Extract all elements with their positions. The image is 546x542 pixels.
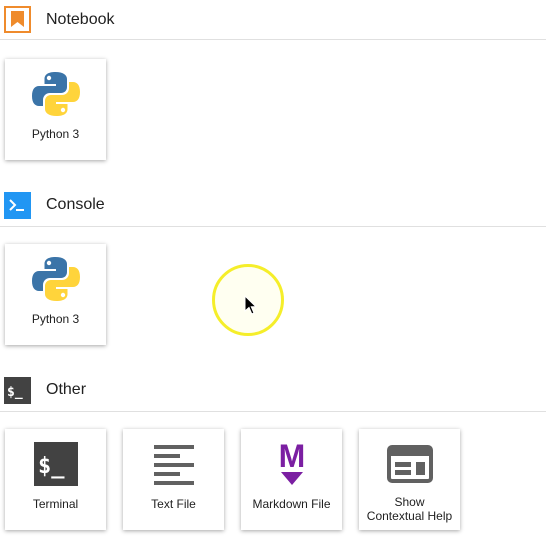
card-console-python3[interactable]: Python 3 [5, 244, 106, 345]
card-label: Markdown File [252, 497, 331, 511]
text-lines-icon [123, 437, 224, 491]
card-label-line2: Contextual Help [366, 509, 453, 523]
python-logo-icon [5, 252, 106, 306]
card-label: Python 3 [31, 127, 80, 141]
card-notebook-python3[interactable]: Python 3 [5, 59, 106, 160]
terminal-icon: $_ [5, 437, 106, 491]
terminal-dollar-icon: $_ [4, 376, 31, 404]
card-markdown-file[interactable]: M Markdown File [241, 429, 342, 530]
card-terminal[interactable]: $_ Terminal [5, 429, 106, 530]
card-label: Python 3 [31, 312, 80, 326]
markdown-m-icon: M [241, 437, 342, 491]
contextual-help-layout-icon [359, 437, 460, 491]
svg-text:$_: $_ [38, 454, 65, 479]
python-logo-icon [5, 67, 106, 121]
card-label-line1: Show [394, 495, 425, 509]
section-header-other: $_ Other [0, 369, 546, 412]
card-contextual-help[interactable]: Show Contextual Help [359, 429, 460, 530]
svg-text:M: M [278, 439, 305, 474]
section-title-console: Console [46, 196, 105, 213]
launcher-panel: Notebook Python 3 Console Python 3 $_ Ot… [0, 0, 546, 542]
click-highlight-ring [212, 264, 284, 336]
section-title-notebook: Notebook [46, 10, 115, 28]
card-text-file[interactable]: Text File [123, 429, 224, 530]
svg-text:$_: $_ [7, 385, 23, 400]
section-header-console: Console [0, 184, 546, 227]
card-label: Text File [151, 497, 196, 511]
bookmark-icon [4, 6, 31, 33]
console-prompt-icon [4, 191, 31, 219]
card-label: Show Contextual Help [361, 495, 458, 523]
section-title-other: Other [46, 381, 87, 398]
section-header-notebook: Notebook [0, 0, 546, 40]
card-label: Terminal [32, 497, 79, 511]
mouse-pointer-icon [244, 295, 258, 315]
